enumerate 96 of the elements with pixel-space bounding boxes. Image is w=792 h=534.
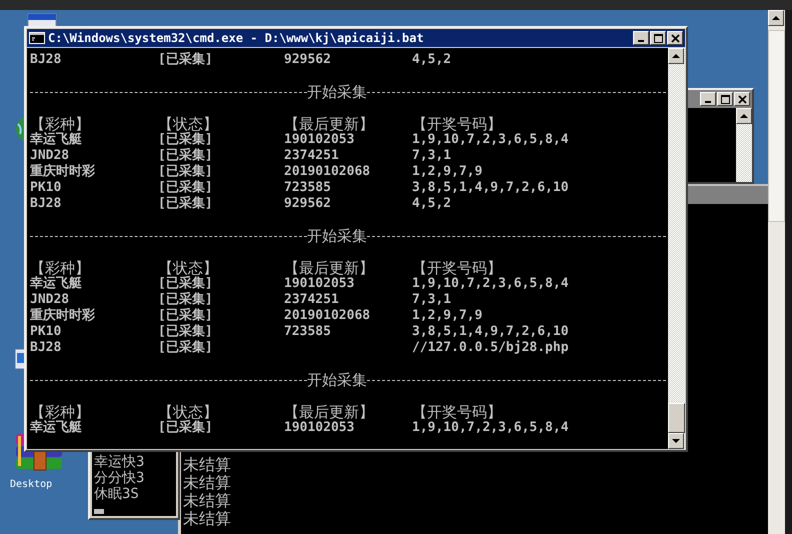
text-cursor bbox=[94, 509, 104, 514]
section-heading: 开始采集 bbox=[307, 226, 367, 246]
console-cell: BJ28 bbox=[30, 196, 62, 212]
console-line: 未结算 bbox=[183, 456, 231, 474]
window-title: C:\Windows\system32\cmd.exe - D:\www\kj\apicaiji.bat bbox=[48, 31, 425, 45]
minimize-button[interactable] bbox=[633, 31, 649, 45]
console-cell: 929562 bbox=[284, 52, 331, 68]
console-cell: 2374251 bbox=[284, 148, 339, 164]
console-cell: 幸运飞艇 bbox=[30, 132, 82, 148]
console-cell: 4,5,2 bbox=[412, 52, 452, 68]
up-arrow-icon bbox=[672, 54, 680, 58]
console-cell: PK10 bbox=[30, 324, 62, 340]
console-cell: 1,9,10,7,2,3,6,5,8,4 bbox=[412, 276, 569, 292]
console-line: 未结算 bbox=[183, 510, 231, 528]
section-heading: 开始采集 bbox=[307, 82, 367, 102]
maximize-button[interactable] bbox=[717, 92, 733, 106]
column-header: 【开奖号码】 bbox=[412, 116, 502, 132]
scroll-up-button[interactable] bbox=[668, 48, 684, 64]
console-cell: 20190102068 bbox=[284, 308, 370, 324]
console-cell-text: [已采集] bbox=[158, 308, 213, 324]
console-cell: 190102053 bbox=[284, 420, 354, 436]
console-cell: [已采集] bbox=[158, 420, 213, 436]
close-icon bbox=[670, 34, 680, 42]
console-cell: [已采集] bbox=[158, 196, 213, 212]
console-cell: 190102053 bbox=[284, 132, 354, 148]
console-cell: 幸运飞艇 bbox=[30, 276, 82, 292]
console-cell-text: JND28 bbox=[30, 148, 70, 164]
title-bar[interactable]: C:\Windows\system32\cmd.exe - D:\www\kj\apicaiji.bat bbox=[27, 29, 685, 47]
down-arrow-icon bbox=[672, 439, 680, 443]
close-button[interactable] bbox=[734, 92, 750, 106]
scrollbar[interactable] bbox=[768, 10, 785, 534]
console-cell: 190102053 bbox=[284, 276, 354, 292]
console-cell: 2374251 bbox=[284, 292, 339, 308]
console-cell: 723585 bbox=[284, 180, 331, 196]
column-header: 【状态】 bbox=[158, 404, 218, 420]
console-line: 幸运快3 bbox=[94, 454, 144, 470]
console-cell: 929562 bbox=[284, 196, 331, 212]
console-cell: 4,5,2 bbox=[412, 196, 452, 212]
close-icon bbox=[738, 94, 746, 104]
desktop-icon-label[interactable]: Desktop bbox=[10, 479, 52, 490]
column-header: 【最后更新】 bbox=[284, 260, 374, 276]
console-cell: 1,2,9,7,9 bbox=[412, 164, 482, 180]
console-cell: [已采集] bbox=[158, 340, 213, 356]
console-cell-text: [已采集] bbox=[158, 132, 213, 148]
console-cell-text: [已采集] bbox=[158, 148, 213, 164]
console-line: 未结算 bbox=[183, 474, 231, 492]
column-header: 【最后更新】 bbox=[284, 116, 374, 132]
console-line: 未结算 bbox=[183, 492, 231, 510]
maximize-icon bbox=[654, 34, 662, 42]
console-cell: [已采集] bbox=[158, 52, 213, 68]
minimize-button[interactable] bbox=[700, 92, 716, 106]
console-cell: BJ28 bbox=[30, 340, 62, 356]
console-cell-text: [已采集] bbox=[158, 180, 213, 196]
console-cell: 7,3,1 bbox=[412, 148, 452, 164]
column-header: 【状态】 bbox=[158, 260, 218, 276]
maximize-button[interactable] bbox=[650, 31, 666, 45]
scrollbar[interactable] bbox=[668, 48, 685, 449]
close-button[interactable] bbox=[667, 31, 683, 45]
up-arrow-icon bbox=[772, 16, 780, 20]
column-header: 【最后更新】 bbox=[284, 404, 374, 420]
scroll-up-button[interactable] bbox=[768, 10, 784, 26]
title-bar[interactable] bbox=[686, 184, 768, 204]
scroll-down-button[interactable] bbox=[668, 433, 684, 449]
scroll-thumb[interactable] bbox=[668, 403, 685, 433]
maximize-icon bbox=[720, 94, 730, 104]
console-cell: BJ28 bbox=[30, 52, 62, 68]
console-cell: 723585 bbox=[284, 324, 331, 340]
column-header: 【开奖号码】 bbox=[412, 404, 502, 420]
console-cell: 重庆时时彩 bbox=[30, 308, 95, 324]
console-line: 休眠3S bbox=[94, 486, 139, 502]
console-icon bbox=[29, 32, 45, 44]
column-header: 【状态】 bbox=[158, 116, 218, 132]
column-header: 【彩种】 bbox=[30, 116, 90, 132]
console-cell-text: [已采集] bbox=[158, 164, 213, 180]
console-cell-text: JND28 bbox=[30, 292, 70, 308]
console-cell: PK10 bbox=[30, 180, 62, 196]
console-cell: 1,9,10,7,2,3,6,5,8,4 bbox=[412, 132, 569, 148]
console-cell: 3,8,5,1,4,9,7,2,6,10 bbox=[412, 324, 569, 340]
column-header: 【开奖号码】 bbox=[412, 260, 502, 276]
console-cell-text: [已采集] bbox=[158, 324, 213, 340]
console-cell: 幸运飞艇 bbox=[30, 420, 82, 436]
console-cell-text: [已采集] bbox=[158, 276, 213, 292]
scroll-up-button[interactable] bbox=[736, 108, 752, 124]
up-arrow-icon bbox=[740, 114, 748, 118]
console-cell: 1,9,10,7,2,3,6,5,8,4 bbox=[412, 420, 569, 436]
section-heading: 开始采集 bbox=[307, 370, 367, 390]
column-header: 【彩种】 bbox=[30, 404, 90, 420]
console-line: 分分快3 bbox=[94, 470, 144, 486]
console-cell: 重庆时时彩 bbox=[30, 164, 95, 180]
console-cell: 1,2,9,7,9 bbox=[412, 308, 482, 324]
console-cell: 20190102068 bbox=[284, 164, 370, 180]
column-header: 【彩种】 bbox=[30, 260, 90, 276]
console-cell: //127.0.0.5/bj28.php bbox=[412, 340, 569, 356]
console-cell-text: [已采集] bbox=[158, 292, 213, 308]
console-cell: 3,8,5,1,4,9,7,2,6,10 bbox=[412, 180, 569, 196]
console-cell: 7,3,1 bbox=[412, 292, 452, 308]
